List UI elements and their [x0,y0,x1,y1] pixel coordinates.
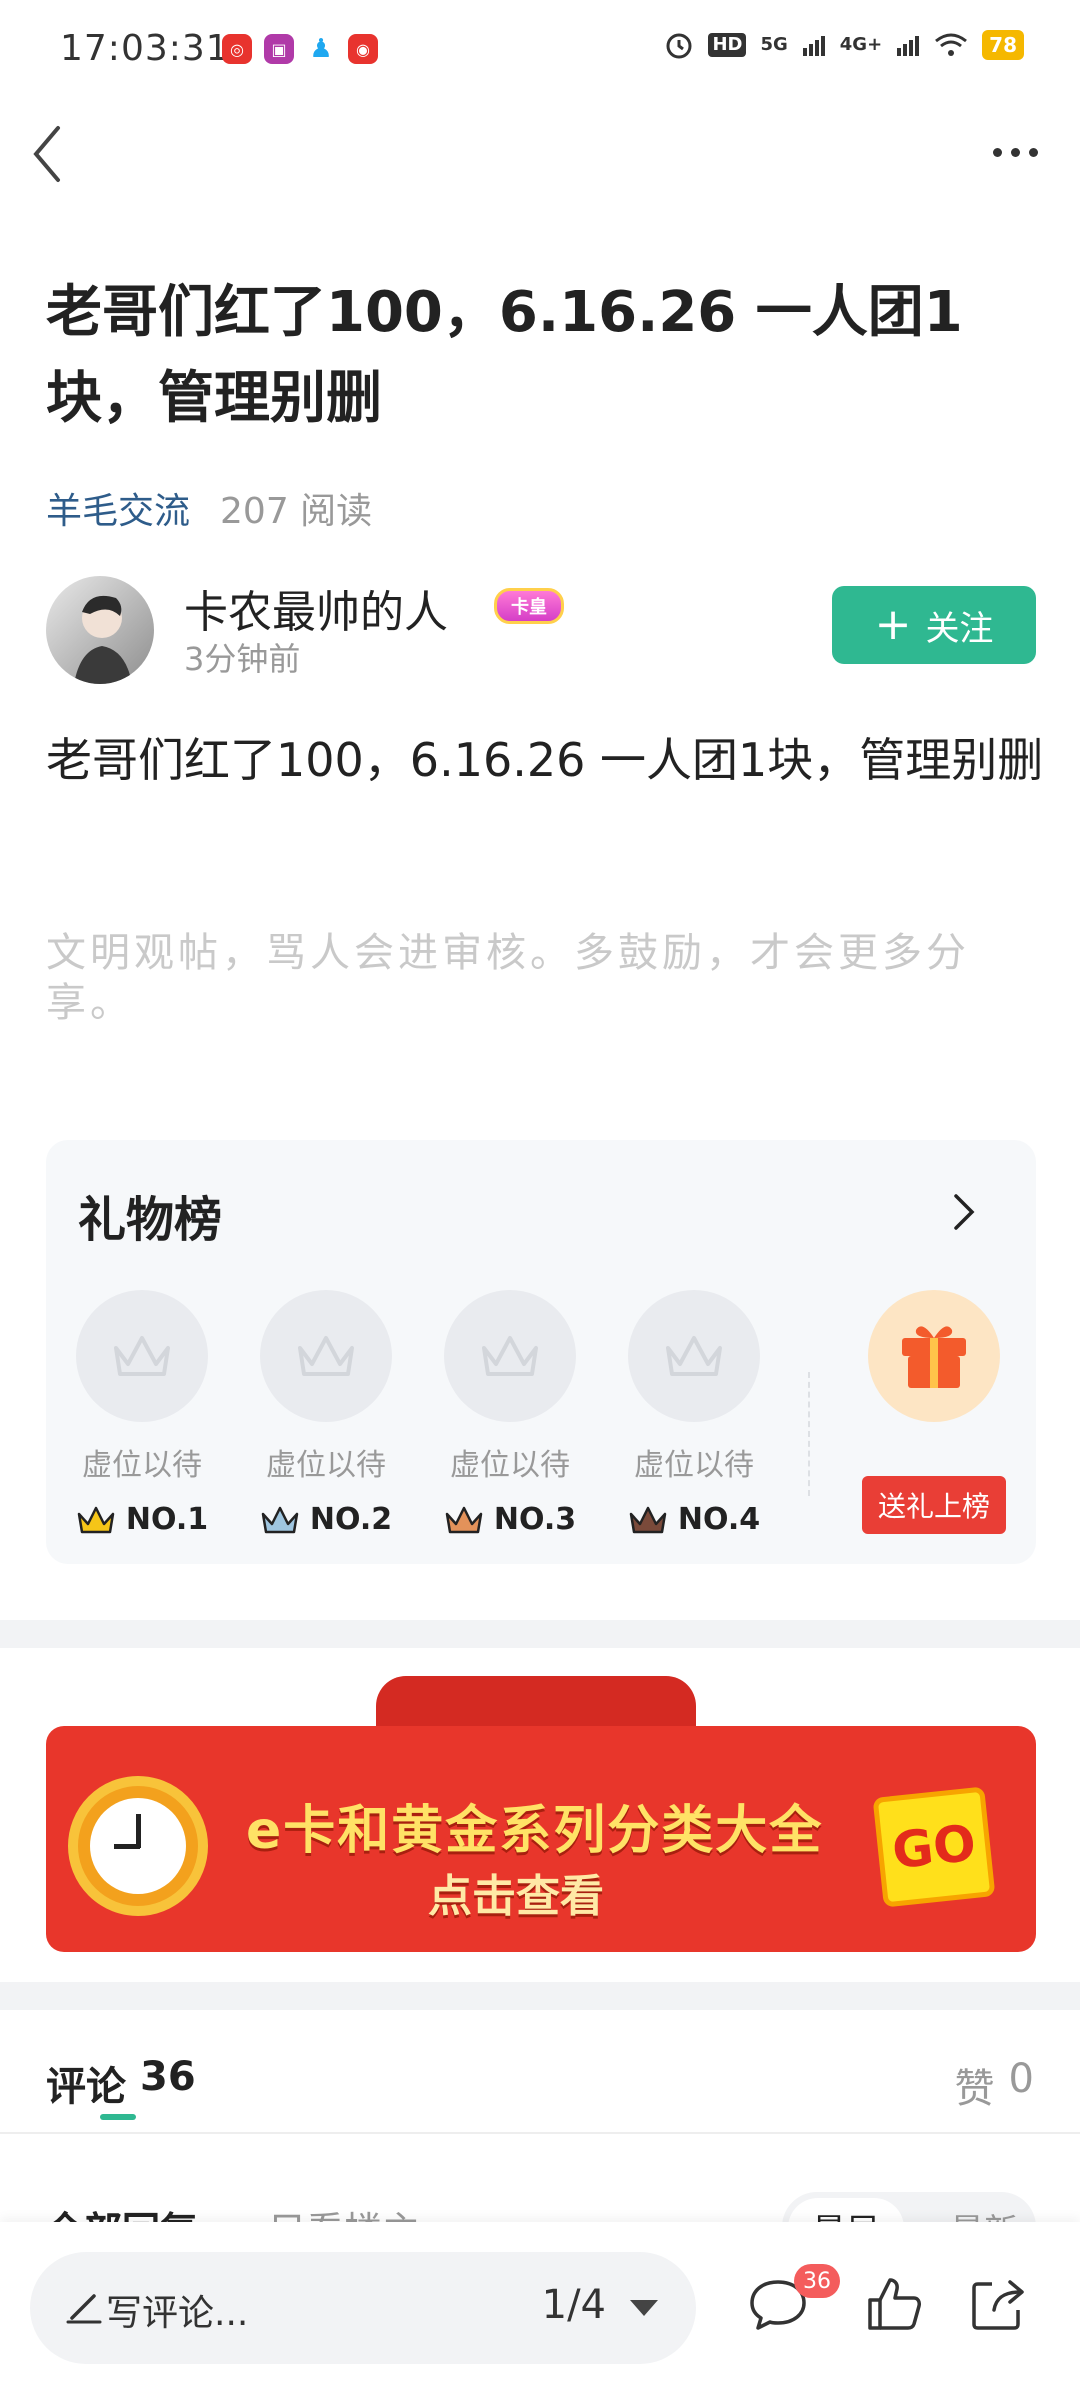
gold-crown-icon [77,1506,115,1533]
likes-count: 0 [1008,2056,1034,2102]
gift-slot-3[interactable]: 虚位以待 NO.3 [442,1290,578,1537]
bottom-bar: 写评论... 1/4 36 [0,2222,1080,2400]
avatar[interactable] [46,576,154,684]
page-indicator[interactable]: 1/4 [542,2282,606,2328]
dropdown-triangle-icon[interactable] [630,2300,658,2316]
crown-placeholder-icon [76,1290,208,1422]
status-indicators: HD 5G 4G+ 78 [664,30,1024,60]
section-separator [0,1982,1080,2010]
crown-placeholder-icon [260,1290,392,1422]
hd-indicator: HD [708,33,747,57]
back-icon[interactable] [28,122,68,186]
comments-tab[interactable]: 评论 36 [46,2054,196,2112]
slot-rank: NO.2 [258,1502,394,1537]
rank-label: NO.4 [677,1502,761,1537]
slot-rank: NO.3 [442,1502,578,1537]
comment-count-badge: 36 [794,2264,840,2298]
post-meta: 羊毛交流 207 阅读 [46,482,372,534]
signal-icon-2 [897,36,920,56]
slot-label: 虚位以待 [266,1448,386,1483]
share-icon[interactable] [966,2272,1030,2336]
status-bar: 17:03:31 ◎ ▣ ♟ ◉ HD 5G 4G+ 78 [0,0,1080,100]
category-link[interactable]: 羊毛交流 [46,482,190,534]
banner-subtitle: 点击查看 [428,1871,604,1922]
send-gift-button[interactable]: 送礼上榜 [862,1476,1006,1534]
gift-board[interactable]: 礼物榜 虚位以待 NO.1 虚位以待 NO.2 虚位以待 NO.3 虚位以待 N… [46,1140,1036,1564]
4g-indicator: 4G+ [839,34,883,55]
slot-label: 虚位以待 [634,1448,754,1483]
follow-label: 关注 [925,608,994,649]
gift-board-title: 礼物榜 [78,1192,223,1248]
battery-indicator: 78 [982,30,1024,60]
post-title: 老哥们红了100，6.16.26 一人团1块，管理别删 [46,280,963,431]
5g-indicator: 5G [760,34,788,55]
plus-icon: + [874,599,912,650]
netease-music-icon: ◎ [222,34,252,64]
wifi-icon [935,33,968,56]
rank-label: NO.2 [309,1502,393,1537]
more-options-icon[interactable] [993,148,1038,157]
divider [808,1372,810,1496]
rank-label: NO.1 [125,1502,209,1537]
civility-notice: 文明观帖，骂人会进审核。多鼓励，才会更多分享。 [46,930,970,1026]
post-time: 3分钟前 [184,640,301,678]
signal-icon [802,36,825,56]
rank-label: NO.3 [493,1502,577,1537]
brown-crown-icon [629,1506,667,1533]
tab-indicator [100,2114,136,2120]
thumbs-up-icon[interactable] [862,2272,926,2336]
crown-placeholder-icon [628,1290,760,1422]
comments-label: 评论 [46,2064,126,2110]
author-name[interactable]: 卡农最帅的人 [184,576,448,640]
silver-crown-icon [261,1506,299,1533]
comments-count: 36 [140,2054,196,2100]
alarm-icon [666,33,692,59]
comment-input[interactable]: 写评论... 1/4 [30,2252,696,2364]
banner-title: e卡和黄金系列分类大全 [246,1801,824,1861]
qq-icon: ♟ [306,34,336,64]
section-separator [0,1620,1080,1648]
crown-placeholder-icon [444,1290,576,1422]
bronze-crown-icon [445,1506,483,1533]
author-row: 卡农最帅的人 卡皇 3分钟前 + 关注 [46,576,1036,686]
status-app-icons: ◎ ▣ ♟ ◉ [222,34,378,64]
read-count: 207 阅读 [220,491,373,532]
comment-placeholder: 写评论... [106,2293,249,2334]
slot-rank: NO.1 [74,1502,210,1537]
status-time: 17:03:31 [60,28,230,69]
banner-go-button[interactable]: GO [872,1786,996,1908]
avatar-portrait-icon [74,595,132,684]
follow-button[interactable]: + 关注 [832,586,1036,664]
app-icon: ◉ [348,34,378,64]
post-content: 老哥们红了100，6.16.26 一人团1块，管理别删 [46,733,1044,787]
author-crown-badge: 卡皇 [494,588,564,624]
slot-label: 虚位以待 [82,1448,202,1483]
gift-slot-4[interactable]: 虚位以待 NO.4 [626,1290,762,1537]
pencil-icon [66,2294,102,2324]
likes-tab[interactable]: 赞 0 [955,2056,1034,2114]
gift-slot-1[interactable]: 虚位以待 NO.1 [74,1290,210,1537]
gift-icon[interactable] [868,1290,1000,1422]
promo-banner[interactable]: e卡和黄金系列分类大全 点击查看 GO [46,1676,1036,1952]
chevron-right-icon[interactable] [952,1190,976,1234]
clock-icon [68,1776,208,1916]
bank-app-icon: ▣ [264,34,294,64]
divider [0,2132,1080,2134]
likes-label: 赞 [954,2066,995,2112]
slot-rank: NO.4 [626,1502,762,1537]
slot-label: 虚位以待 [450,1448,570,1483]
gift-slot-2[interactable]: 虚位以待 NO.2 [258,1290,394,1537]
